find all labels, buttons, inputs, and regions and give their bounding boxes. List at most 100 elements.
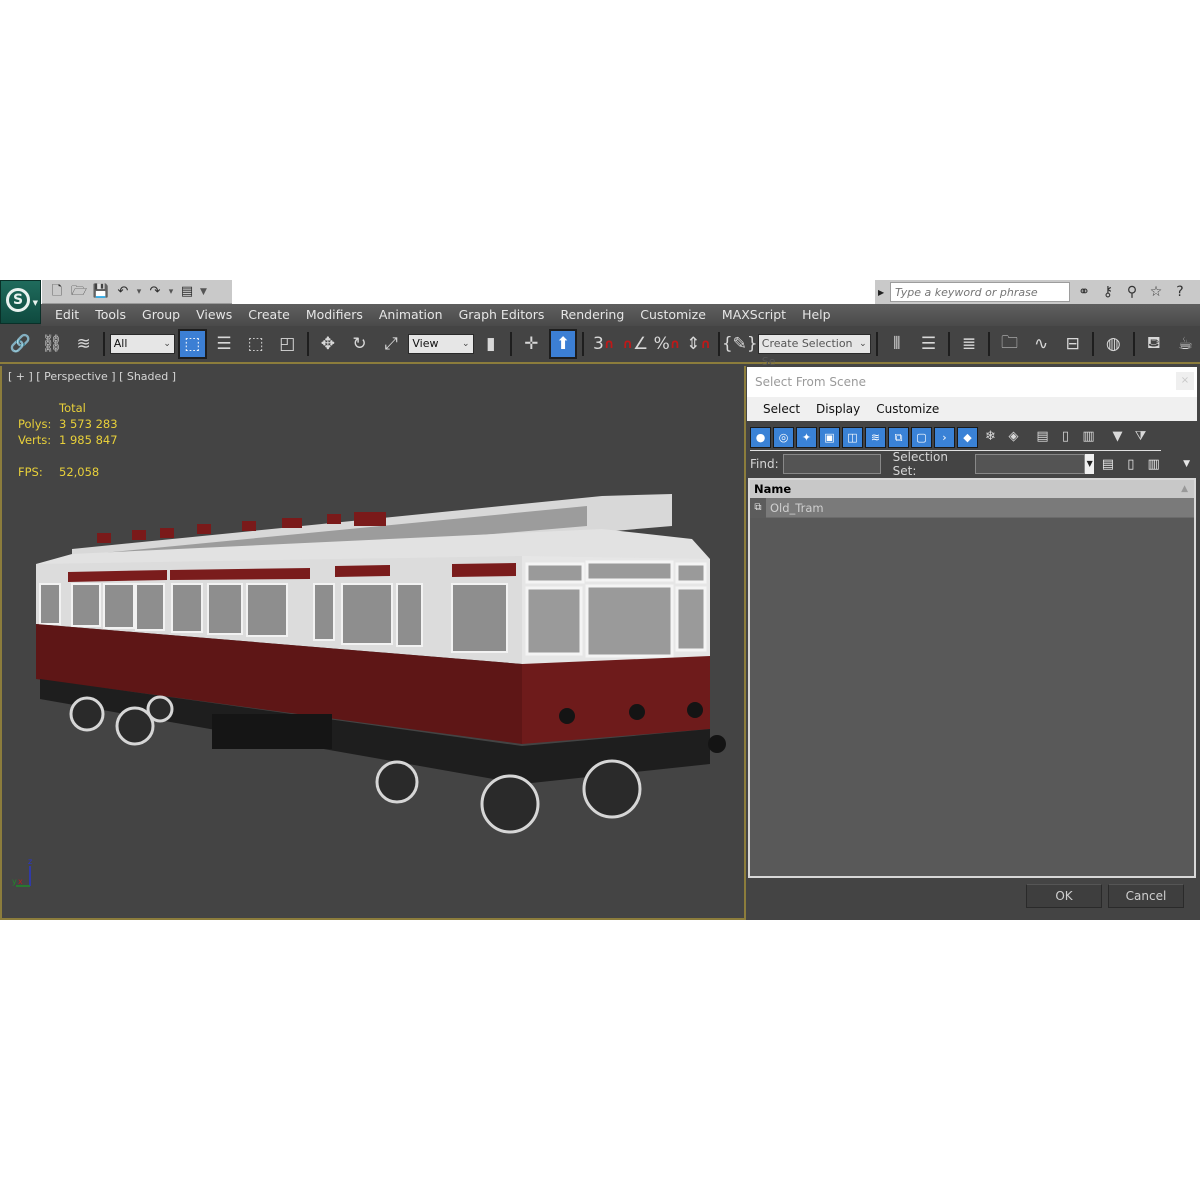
select-and-scale-icon[interactable]: ⤢ [377, 329, 406, 359]
menu-views[interactable]: Views [188, 304, 240, 326]
dialog-menu-bar: Select Display Customize [747, 397, 1197, 421]
close-icon[interactable]: × [1176, 372, 1194, 390]
snap-3d-label: 3 [592, 334, 604, 354]
redo-icon[interactable]: ↷ [146, 283, 164, 301]
scene-object-list[interactable]: Name ▲ ⧉ Old_Tram [748, 478, 1196, 878]
old-tram-model[interactable] [32, 484, 732, 844]
curve-editor-icon[interactable]: ∿ [1027, 329, 1056, 359]
perspective-viewport[interactable]: [ + ] [ Perspective ] [ Shaded ] Total P… [0, 366, 746, 920]
toolbar-separator [875, 332, 878, 356]
redo-dropdown-icon[interactable]: ▾ [168, 287, 174, 297]
open-folder-icon[interactable]: 🗁 [70, 283, 88, 301]
select-none-icon[interactable]: ▯ [1055, 427, 1076, 448]
selection-set-input[interactable] [974, 454, 1085, 474]
menu-edit[interactable]: Edit [47, 304, 87, 326]
bones-filter-icon[interactable]: › [934, 426, 955, 448]
dialog-menu-customize[interactable]: Customize [868, 402, 947, 416]
rectangular-selection-icon[interactable]: ⬚ [241, 329, 270, 359]
select-object-button[interactable]: ⬚ [177, 329, 207, 359]
undo-dropdown-icon[interactable]: ▾ [136, 287, 142, 297]
select-and-rotate-icon[interactable]: ↻ [345, 329, 374, 359]
lights-filter-icon[interactable]: ✦ [796, 426, 817, 448]
render-teapot-icon[interactable]: ☕ [1171, 329, 1200, 359]
menu-animation[interactable]: Animation [371, 304, 451, 326]
hidden-filter-icon[interactable]: ◈ [1003, 427, 1024, 448]
dialog-menu-display[interactable]: Display [808, 402, 868, 416]
chevron-down-icon[interactable]: ▼ [1084, 454, 1095, 474]
helpers-filter-icon[interactable]: ◫ [842, 426, 863, 448]
options-dropdown-icon[interactable]: ▼ [1177, 459, 1196, 469]
material-editor-icon[interactable]: ◍ [1099, 329, 1128, 359]
select-children-icon[interactable]: ▤ [1098, 457, 1117, 472]
binoculars-icon[interactable]: ⚭ [1074, 282, 1094, 302]
save-icon[interactable]: 💾 [92, 283, 110, 301]
align-icon[interactable]: ☰ [914, 329, 943, 359]
selection-filter-dropdown[interactable]: All ⌄ [109, 334, 175, 354]
filter-icon[interactable]: ▼ [1107, 427, 1128, 448]
window-crossing-icon[interactable]: ◰ [273, 329, 302, 359]
expand-arrow-icon[interactable]: ▶ [878, 288, 886, 297]
ok-button[interactable]: OK [1026, 884, 1102, 908]
mirror-icon[interactable]: ⫴ [883, 329, 912, 359]
cameras-filter-icon[interactable]: ▣ [819, 426, 840, 448]
snaps-toggle-icon[interactable]: 3 ∩ [589, 329, 618, 359]
frozen-filter-icon[interactable]: ❄ [980, 427, 1001, 448]
key-icon[interactable]: ⚷ [1098, 282, 1118, 302]
named-selection-set-dropdown[interactable]: Create Selection Se ⌄ [757, 334, 871, 368]
find-input[interactable] [782, 454, 881, 474]
keyboard-shortcut-override-button[interactable]: ⬆ [548, 329, 578, 359]
help-icon[interactable]: ? [1170, 282, 1190, 302]
layer-manager-icon[interactable]: ≣ [955, 329, 984, 359]
scene-explorer-icon[interactable]: 🗀 [995, 329, 1024, 359]
space-warps-filter-icon[interactable]: ≋ [865, 426, 886, 448]
dialog-menu-select[interactable]: Select [755, 402, 808, 416]
edit-named-selection-icon[interactable]: {✎} [722, 329, 758, 359]
angle-snap-icon[interactable]: ∩ ∠ [621, 329, 650, 359]
menu-customize[interactable]: Customize [632, 304, 714, 326]
select-and-move-icon[interactable]: ✥ [314, 329, 343, 359]
menu-help[interactable]: Help [794, 304, 839, 326]
xrefs-filter-icon[interactable]: ▢ [911, 426, 932, 448]
column-header-name[interactable]: Name ▲ [750, 480, 1194, 498]
select-by-name-icon[interactable]: ☰ [210, 329, 239, 359]
reference-coordinate-dropdown[interactable]: View ⌄ [408, 334, 474, 354]
select-manipulate-icon[interactable]: ✛ [517, 329, 546, 359]
menu-tools[interactable]: Tools [87, 304, 134, 326]
toolbar-separator [306, 332, 309, 356]
menu-group[interactable]: Group [134, 304, 188, 326]
select-influences-icon[interactable]: ▥ [1144, 457, 1163, 472]
new-file-icon[interactable]: 🗋 [48, 283, 66, 301]
unlink-selection-icon[interactable]: ⛓ [38, 329, 67, 359]
render-setup-icon[interactable]: ⛾ [1140, 329, 1169, 359]
select-dependents-icon[interactable]: ▯ [1121, 457, 1140, 472]
star-icon[interactable]: ☆ [1146, 282, 1166, 302]
containers-filter-icon[interactable]: ◆ [957, 426, 978, 448]
project-folder-icon[interactable]: ▤ [178, 283, 196, 301]
spinner-snap-icon[interactable]: ⇕ ∩ [684, 329, 713, 359]
pivot-center-icon[interactable]: ▮ [477, 329, 506, 359]
search-input[interactable] [890, 282, 1070, 302]
menu-maxscript[interactable]: MAXScript [714, 304, 794, 326]
groups-filter-icon[interactable]: ⧉ [888, 426, 909, 448]
application-button[interactable]: S ▼ [0, 280, 41, 324]
cancel-button[interactable]: Cancel [1108, 884, 1184, 908]
select-all-icon[interactable]: ▤ [1032, 427, 1053, 448]
viewport-label[interactable]: [ + ] [ Perspective ] [ Shaded ] [8, 370, 176, 383]
menu-create[interactable]: Create [240, 304, 298, 326]
schematic-view-icon[interactable]: ⊟ [1058, 329, 1087, 359]
verts-label: Verts: [18, 433, 52, 447]
advanced-filter-icon[interactable]: ⧩ [1130, 427, 1151, 448]
shapes-filter-icon[interactable]: ◎ [773, 426, 794, 448]
bind-to-space-warp-icon[interactable]: ≋ [69, 329, 98, 359]
menu-graph-editors[interactable]: Graph Editors [451, 304, 553, 326]
geometry-filter-icon[interactable]: ● [750, 426, 771, 448]
list-item[interactable]: ⧉ Old_Tram [750, 497, 1194, 518]
select-and-link-icon[interactable]: 🔗 [6, 329, 35, 359]
menu-modifiers[interactable]: Modifiers [298, 304, 371, 326]
percent-snap-icon[interactable]: % ∩ [653, 329, 682, 359]
undo-icon[interactable]: ↶ [114, 283, 132, 301]
customize-caret-icon[interactable]: ▼ [200, 287, 207, 297]
satellite-icon[interactable]: ⚲ [1122, 282, 1142, 302]
select-invert-icon[interactable]: ▥ [1078, 427, 1099, 448]
menu-rendering[interactable]: Rendering [552, 304, 632, 326]
